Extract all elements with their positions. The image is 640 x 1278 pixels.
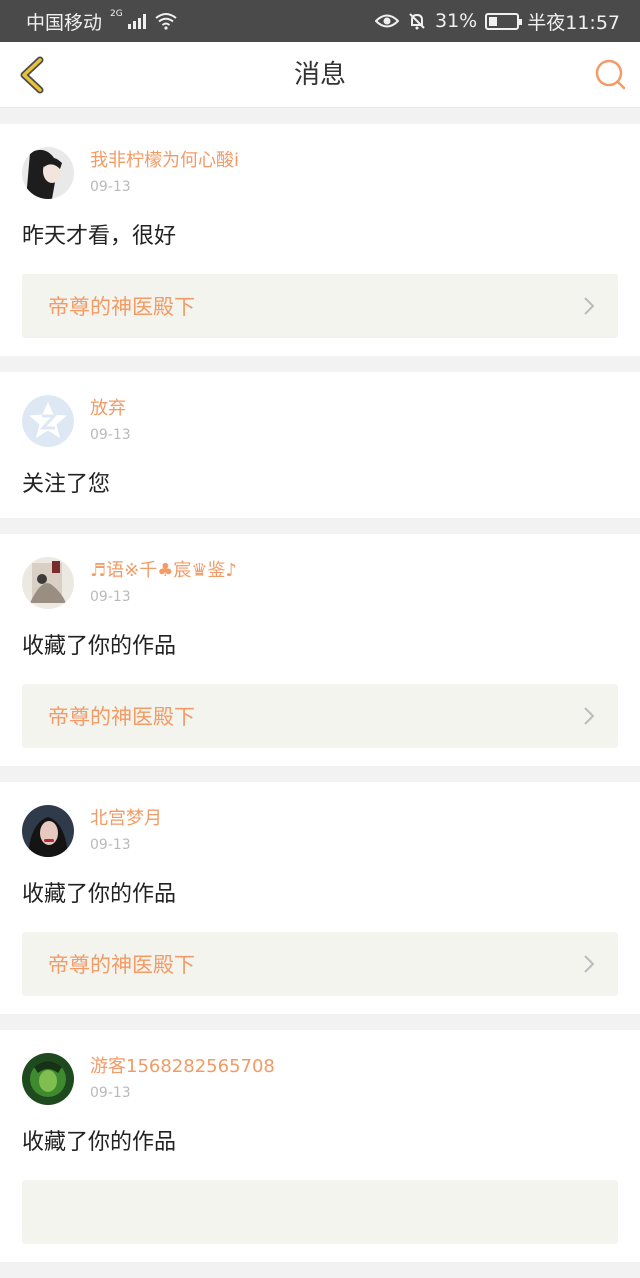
battery-icon: [485, 12, 523, 30]
avatar[interactable]: [22, 805, 74, 857]
wifi-icon: [155, 13, 177, 30]
username[interactable]: 我非柠檬为何心酸i: [90, 149, 239, 173]
message-text: 收藏了你的作品: [22, 634, 177, 659]
message-meta: 放弃 09-13: [90, 397, 131, 445]
avatar[interactable]: [22, 395, 74, 447]
page-title: 消息: [293, 60, 346, 90]
message-date: 09-13: [90, 589, 131, 605]
status-left: 中国移动 2G: [26, 8, 178, 35]
battery-percent: 31%: [435, 10, 478, 32]
message-card[interactable]: 放弃 09-13 关注了您: [0, 372, 640, 518]
eye-icon: [375, 14, 399, 28]
message-text: 收藏了你的作品: [22, 882, 177, 907]
message-meta: 我非柠檬为何心酸i 09-13: [90, 149, 239, 197]
message-date: 09-13: [90, 837, 131, 853]
message-list: 我非柠檬为何心酸i 09-13 昨天才看，很好 帝尊的神医殿下 放弃 09-13…: [0, 124, 640, 1278]
book-title: 帝尊的神医殿下: [48, 295, 195, 319]
message-meta: ♬语※千♣宸♛鉴♪ 09-13: [90, 559, 237, 607]
status-bar: 中国移动 2G 31% 半夜11:57: [0, 0, 640, 42]
chevron-right-icon: [584, 297, 595, 315]
search-icon[interactable]: [594, 58, 628, 92]
username[interactable]: ♬语※千♣宸♛鉴♪: [90, 559, 237, 583]
message-date: 09-13: [90, 179, 131, 195]
avatar[interactable]: [22, 557, 74, 609]
message-header: 游客1568282565708 09-13: [22, 1052, 618, 1106]
bell-muted-icon: [409, 13, 425, 30]
message-card[interactable]: ♬语※千♣宸♛鉴♪ 09-13 收藏了你的作品 帝尊的神医殿下: [0, 534, 640, 766]
chevron-right-icon: [584, 955, 595, 973]
clock: 半夜11:57: [527, 11, 620, 34]
avatar[interactable]: [22, 147, 74, 199]
username[interactable]: 放弃: [90, 397, 131, 421]
username[interactable]: 北宫梦月: [90, 807, 162, 831]
carrier-name: 中国移动: [26, 11, 103, 34]
message-card[interactable]: 我非柠檬为何心酸i 09-13 昨天才看，很好 帝尊的神医殿下: [0, 124, 640, 356]
signal-icon: [127, 13, 146, 29]
message-meta: 北宫梦月 09-13: [90, 807, 162, 855]
chevron-right-icon: [584, 707, 595, 725]
book-link[interactable]: [22, 1180, 618, 1244]
message-text: 昨天才看，很好: [22, 224, 177, 249]
book-title: 帝尊的神医殿下: [48, 953, 195, 977]
message-header: 我非柠檬为何心酸i 09-13: [22, 146, 618, 200]
username[interactable]: 游客1568282565708: [90, 1055, 275, 1079]
message-header: ♬语※千♣宸♛鉴♪ 09-13: [22, 556, 618, 610]
book-link[interactable]: 帝尊的神医殿下: [22, 684, 618, 748]
message-card[interactable]: 游客1568282565708 09-13 收藏了你的作品: [0, 1030, 640, 1262]
message-meta: 游客1568282565708 09-13: [90, 1055, 275, 1103]
book-link[interactable]: 帝尊的神医殿下: [22, 274, 618, 338]
message-header: 北宫梦月 09-13: [22, 804, 618, 858]
book-title: 帝尊的神医殿下: [48, 705, 195, 729]
status-right: 31% 半夜11:57: [375, 8, 620, 35]
navbar: 消息: [0, 42, 640, 108]
book-link[interactable]: 帝尊的神医殿下: [22, 932, 618, 996]
message-header: 放弃 09-13: [22, 394, 618, 448]
message-text: 收藏了你的作品: [22, 1130, 177, 1155]
message-date: 09-13: [90, 1085, 131, 1101]
network-type: 2G: [110, 9, 123, 19]
message-text: 关注了您: [22, 472, 111, 497]
message-date: 09-13: [90, 427, 131, 443]
message-card[interactable]: 北宫梦月 09-13 收藏了你的作品 帝尊的神医殿下: [0, 782, 640, 1014]
avatar[interactable]: [22, 1053, 74, 1105]
